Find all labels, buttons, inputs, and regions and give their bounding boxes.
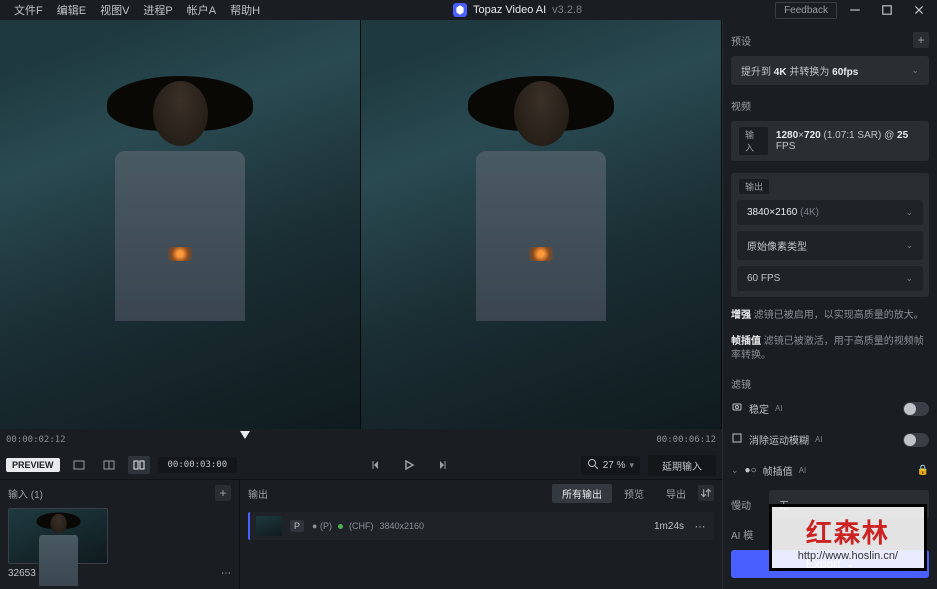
output-resolution-select[interactable]: 3840×2160 (4K) ⌄ [737, 200, 923, 225]
input-more-icon[interactable]: ⋯ [221, 568, 231, 579]
step-back-button[interactable] [366, 456, 388, 474]
stabilize-toggle[interactable] [903, 402, 929, 416]
menu-bar: 文件F 编辑E 视图V 进程P 帐户A 帮助H [4, 2, 260, 18]
output-resolution: 3840x2160 [379, 521, 424, 531]
video-header: 视频 [731, 98, 751, 113]
title-center: Topaz Video AI v3.2.8 [260, 3, 775, 17]
output-label: 输出 [739, 179, 769, 194]
interp-description: 帧插值 滤镜已被激活，用于高质量的视频帧率转换。 [731, 335, 929, 363]
magnifier-icon [587, 458, 599, 473]
input-item[interactable]: 32653 (3).mp4 ⋯ [8, 508, 231, 579]
interp-icon: ●○ [745, 465, 757, 476]
preview-viewport[interactable] [0, 20, 722, 429]
menu-edit[interactable]: 编辑E [57, 2, 86, 18]
chevron-down-icon: ▾ [629, 460, 634, 471]
menu-view[interactable]: 视图V [100, 2, 129, 18]
chevron-down-icon: ⌄ [905, 207, 913, 218]
view-split-icon[interactable] [98, 456, 120, 474]
output-row[interactable]: P ● (P) (CHF) 3840x2160 1m24s ⋯ [248, 512, 714, 540]
tab-preview[interactable]: 预览 [614, 484, 654, 503]
preview-before [0, 20, 361, 429]
time-current: 00:00:02:12 [6, 435, 66, 445]
app-version: v3.2.8 [552, 4, 582, 16]
interp-row: ⌄ ●○ 帧插值AI 🔒 [731, 455, 929, 486]
interp-label: 帧插值 [763, 463, 793, 478]
chevron-down-icon: ⌄ [905, 240, 913, 251]
input-label: 输入 [739, 127, 768, 155]
chevron-down-icon: ⌄ [905, 273, 913, 284]
stabilize-label: 稳定 [749, 401, 769, 416]
outputs-header: 输出 [248, 486, 268, 501]
output-fps-select[interactable]: 60 FPS ⌄ [737, 266, 923, 291]
menu-file[interactable]: 文件F [14, 2, 43, 18]
chevron-down-icon[interactable]: ⌄ [731, 465, 739, 476]
watermark: 红森林 http://www.hoslin.cn/ [769, 504, 927, 571]
output-duration: 1m24s [654, 521, 684, 532]
input-info: 输入 1280×720 (1.07:1 SAR) @ 25 FPS [731, 121, 929, 161]
minimize-button[interactable] [841, 0, 869, 20]
zoom-control[interactable]: 27 % ▾ [581, 456, 640, 475]
view-side-by-side-icon[interactable] [128, 456, 150, 474]
menu-help[interactable]: 帮助H [230, 2, 260, 18]
menu-account[interactable]: 帐户A [187, 2, 216, 18]
preview-after [361, 20, 722, 429]
input-thumbnail[interactable] [8, 508, 108, 564]
crop-input-button[interactable]: 延期输入 [648, 455, 716, 476]
timeline-track[interactable] [74, 437, 649, 443]
output-more-icon[interactable]: ⋯ [692, 520, 708, 533]
inputs-panel: 输入 (1) + 32653 (3).mp4 ⋯ [0, 480, 240, 589]
feedback-button[interactable]: Feedback [775, 2, 837, 19]
timeline[interactable]: 00:00:02:12 00:00:06:12 [0, 429, 722, 451]
tab-export[interactable]: 导出 [656, 484, 696, 503]
play-button[interactable] [398, 456, 420, 474]
maximize-button[interactable] [873, 0, 901, 20]
title-bar: 文件F 编辑E 视图V 进程P 帐户A 帮助H Topaz Video AI v… [0, 0, 937, 20]
deblur-label: 消除运动模糊 [749, 432, 809, 447]
deblur-row: 消除运动模糊AI [731, 424, 929, 455]
add-input-button[interactable]: + [215, 485, 231, 501]
view-single-icon[interactable] [68, 456, 90, 474]
lock-icon: 🔒 [917, 465, 929, 476]
output-badge: P [290, 520, 304, 532]
deblur-icon [731, 432, 743, 447]
slowmo-label: 慢动 [731, 497, 763, 512]
zoom-value: 27 % [603, 460, 626, 471]
chevron-down-icon: ⌄ [911, 65, 919, 76]
menu-process[interactable]: 进程P [143, 2, 172, 18]
controls-row: PREVIEW 00:00:03:00 27 % ▾ 延期输入 [0, 451, 722, 479]
filters-header: 滤镜 [731, 376, 751, 391]
app-logo-icon [453, 3, 467, 17]
tab-all-outputs[interactable]: 所有输出 [552, 484, 612, 503]
output-container: (CHF) [349, 521, 374, 531]
stabilize-row: 稳定AI [731, 393, 929, 424]
preset-select[interactable]: 提升到 4K 并转换为 60fps ⌄ [731, 56, 929, 85]
output-thumbnail [256, 516, 282, 536]
stabilize-icon [731, 401, 743, 416]
app-title: Topaz Video AI [473, 4, 546, 16]
outputs-panel: 输出 所有输出 预览 导出 P ● (P) (CHF) 38 [240, 480, 722, 589]
pixel-type-select[interactable]: 原始像素类型 ⌄ [737, 231, 923, 260]
output-codec: ● (P) [312, 521, 332, 531]
enhance-description: 增强 滤镜已被启用，以实现高质量的放大。 [731, 309, 929, 323]
duration-display: 00:00:03:00 [158, 457, 238, 473]
sort-button[interactable] [698, 485, 714, 501]
preview-button[interactable]: PREVIEW [6, 458, 60, 472]
status-dot-icon [338, 524, 343, 529]
playhead-icon[interactable] [240, 431, 250, 439]
watermark-url: http://www.hoslin.cn/ [798, 550, 898, 562]
deblur-toggle[interactable] [903, 433, 929, 447]
preset-header: 预设 [731, 33, 751, 48]
watermark-text: 红森林 [798, 513, 898, 550]
step-forward-button[interactable] [430, 456, 452, 474]
close-button[interactable] [905, 0, 933, 20]
inputs-header: 输入 (1) [8, 486, 43, 501]
time-total: 00:00:06:12 [656, 435, 716, 445]
add-preset-button[interactable]: + [913, 32, 929, 48]
